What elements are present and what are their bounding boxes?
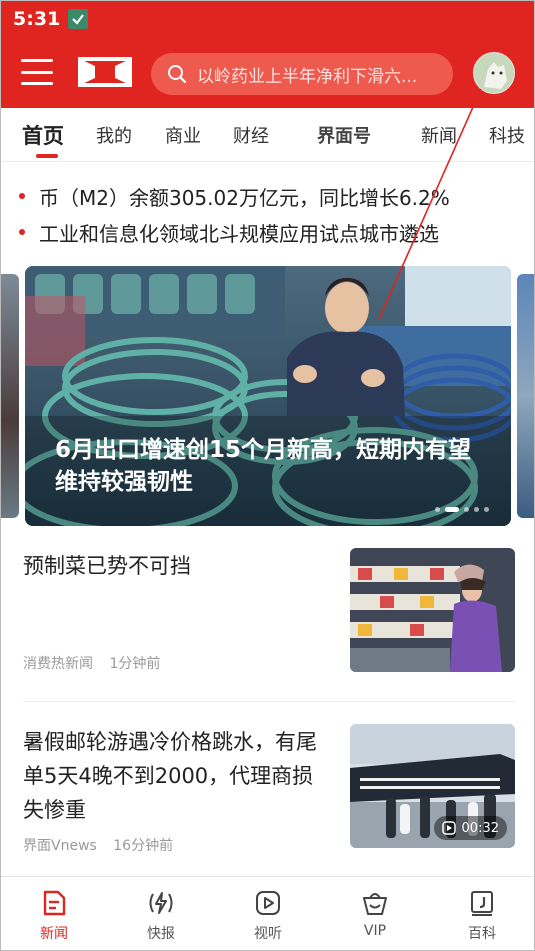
search-placeholder: 以岭药业上半年净利下滑六...: [197, 66, 418, 87]
user-avatar[interactable]: [473, 52, 515, 94]
nav-vip[interactable]: VIP: [335, 889, 415, 939]
tab-news[interactable]: 新闻: [421, 122, 457, 148]
tab-finance[interactable]: 财经: [233, 122, 269, 148]
nav-label: 视听: [254, 926, 282, 942]
tab-mine[interactable]: 我的: [96, 122, 132, 148]
tab-tech[interactable]: 科技: [489, 122, 525, 148]
menu-button[interactable]: [21, 59, 53, 85]
tab-home[interactable]: 首页: [22, 120, 64, 150]
tab-business[interactable]: 商业: [165, 122, 201, 148]
carousel-next-card[interactable]: [517, 274, 534, 518]
bullet-icon: [19, 229, 25, 235]
video-duration: 00:32: [433, 816, 507, 840]
status-time: 5:31: [13, 8, 61, 30]
carousel-prev-card[interactable]: [1, 274, 19, 518]
nav-encyclopedia[interactable]: 百科: [442, 889, 522, 943]
app-screen: 5:31 以岭药业上半年净利下滑六... 首页 我的 商业 财经 界面号 新闻 …: [0, 0, 535, 951]
video-duration-text: 00:32: [461, 820, 499, 836]
active-tab-indicator: [36, 154, 58, 158]
nav-label: 快报: [147, 926, 175, 942]
bullet-icon: [19, 193, 25, 199]
news-video-thumbnail: 00:32: [350, 724, 515, 848]
news-meta: 界面Vnews 16分钟前: [23, 835, 173, 855]
status-bar: 5:31: [13, 7, 89, 31]
pager-dot: [464, 507, 469, 512]
nav-label: 新闻: [40, 926, 68, 942]
pager-dot: [474, 507, 479, 512]
news-source: 消费热新闻: [23, 656, 93, 672]
news-icon: [43, 890, 66, 916]
news-thumbnail: [350, 548, 515, 672]
app-logo-icon[interactable]: [77, 56, 133, 88]
flash-icon: [149, 892, 173, 914]
nav-label: 百科: [468, 926, 496, 942]
featured-banner[interactable]: 6月出口增速创15个月新高，短期内有望维持较强韧性: [25, 266, 511, 526]
carousel-pager: [435, 507, 489, 512]
bottom-navigation: 新闻 快报 视听 VIP 百科: [1, 876, 534, 950]
news-meta: 消费热新闻 1分钟前: [23, 653, 160, 673]
news-source: 界面Vnews: [23, 838, 97, 854]
news-title: 暑假邮轮游遇冷价格跳水，有尾单5天4晚不到2000，代理商损失惨重: [23, 730, 317, 822]
notification-check-icon: [68, 9, 89, 29]
search-bar[interactable]: 以岭药业上半年净利下滑六...: [151, 53, 453, 95]
search-icon: [168, 65, 187, 84]
video-play-icon: [441, 821, 456, 835]
category-tabs: 首页 我的 商业 财经 界面号 新闻 科技: [1, 108, 534, 162]
news-divider: [23, 701, 515, 702]
news-time: 16分钟前: [113, 838, 174, 854]
news-time: 1分钟前: [109, 656, 161, 672]
pager-dot: [435, 507, 440, 512]
nav-flash[interactable]: 快报: [121, 889, 201, 943]
tab-jiemian-hao[interactable]: 界面号: [317, 122, 371, 148]
ticker-text: 币（M2）余额305.02万亿元，同比增长6.2%: [39, 185, 450, 210]
nav-news[interactable]: 新闻: [14, 889, 94, 943]
nav-video[interactable]: 视听: [228, 889, 308, 943]
ticker-text: 工业和信息化领域北斗规模应用试点城市遴选: [39, 221, 439, 246]
nav-label: VIP: [363, 923, 387, 939]
banner-title: 6月出口增速创15个月新高，短期内有望维持较强韧性: [55, 437, 472, 495]
pager-dot: [484, 507, 489, 512]
pager-dot-active: [445, 507, 459, 512]
vip-icon: [363, 893, 387, 915]
encyclopedia-icon: [471, 891, 493, 916]
ticker-item[interactable]: 工业和信息化领域北斗规模应用试点城市遴选: [19, 215, 529, 249]
app-header: 5:31 以岭药业上半年净利下滑六...: [1, 1, 534, 108]
play-icon: [256, 891, 280, 915]
news-title: 预制菜已势不可挡: [23, 554, 191, 578]
ticker-item[interactable]: 币（M2）余额305.02万亿元，同比增长6.2%: [19, 179, 529, 213]
